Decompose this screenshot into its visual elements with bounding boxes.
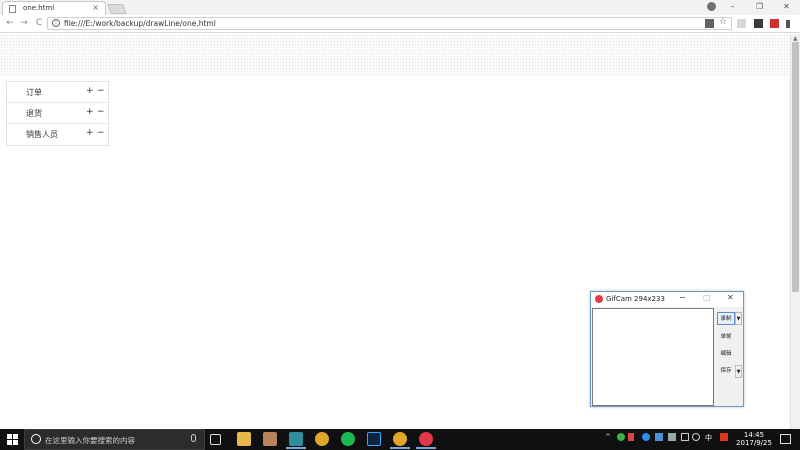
extension-dark-icon[interactable] (754, 19, 763, 28)
gifcam-taskbar-icon[interactable] (416, 432, 436, 449)
menu-item-label: 销售人员 (26, 130, 58, 139)
reload-button[interactable]: C (33, 17, 45, 29)
notification-center-icon[interactable] (780, 434, 791, 444)
tab-one-html[interactable]: one.html × (2, 1, 106, 15)
extension-icon[interactable] (737, 19, 746, 28)
scroll-up-arrow-icon[interactable]: ▲ (793, 35, 798, 42)
gifcam-save-dropdown-icon[interactable]: ▼ (735, 365, 742, 378)
expand-plus-icon[interactable]: + (86, 128, 94, 138)
page-favicon-icon (9, 5, 16, 13)
photoshop-icon[interactable] (367, 432, 381, 446)
store-app-icon[interactable] (263, 432, 277, 446)
file-explorer-icon[interactable] (237, 432, 251, 446)
ime-indicator[interactable]: 中 (705, 433, 713, 442)
window-maximize-button[interactable]: ❐ (746, 0, 773, 15)
monitor-tray-icon[interactable] (681, 433, 689, 441)
menu-item-label: 退货 (26, 109, 42, 118)
editor-app-icon[interactable] (286, 432, 306, 449)
gifcam-save-button[interactable]: 保存 (717, 365, 735, 378)
qq-tray-icon[interactable] (642, 433, 650, 441)
expand-plus-icon[interactable]: + (86, 86, 94, 96)
gifcam-logo-icon (595, 295, 603, 303)
tab-title: one.html (23, 4, 55, 12)
chrome-running-icon[interactable] (390, 432, 410, 449)
menu-item-returns[interactable]: 退货 + − (7, 103, 108, 124)
screen: one.html × – ❐ ✕ ← → C i file:///E:/work… (0, 0, 800, 450)
collapse-minus-icon[interactable]: − (97, 86, 105, 96)
window-minimize-button[interactable]: – (719, 0, 746, 15)
taskbar-search-box[interactable]: 在这里输入你要搜索的内容 (24, 429, 205, 450)
site-info-icon[interactable]: i (52, 19, 60, 27)
network-tray-icon[interactable] (655, 433, 663, 441)
gifcam-maximize-button[interactable]: □ (703, 293, 711, 302)
page-header-strip (0, 34, 790, 76)
windows-start-icon[interactable] (7, 434, 18, 445)
menu-item-label: 订单 (26, 88, 42, 97)
gifcam-title: GifCam 294x233 (606, 295, 665, 303)
scrollbar-thumb[interactable] (792, 42, 799, 292)
gifcam-edit-button[interactable]: 编辑 (717, 348, 735, 361)
extension-red-icon[interactable] (770, 19, 779, 28)
clock-time: 14:45 (743, 431, 765, 439)
gifcam-capture-frame[interactable] (592, 308, 714, 406)
forward-button[interactable]: → (18, 17, 30, 29)
browser-toolbar: ← → C i file:///E:/work/backup/drawLine/… (0, 15, 800, 33)
gifcam-frame-button[interactable]: 单帧 (717, 331, 735, 344)
new-tab-button[interactable] (107, 4, 127, 14)
microphone-icon[interactable] (191, 434, 196, 442)
gifcam-close-button[interactable]: ✕ (727, 293, 734, 302)
category-menu: 订单 + − 退货 + − 销售人员 + − (6, 81, 109, 146)
wechat-tray-icon[interactable] (617, 433, 625, 441)
gifcam-record-button[interactable]: 录制 (717, 312, 735, 325)
tray-overflow-icon[interactable]: ^ (605, 433, 613, 441)
profile-icon[interactable] (707, 2, 716, 11)
gifcam-record-dropdown-icon[interactable]: ▼ (735, 312, 742, 325)
bookmark-star-icon[interactable]: ☆ (719, 17, 727, 27)
menu-item-salespeople[interactable]: 销售人员 + − (7, 124, 108, 145)
chrome-menu-icon[interactable] (786, 20, 790, 28)
speaker-tray-icon[interactable] (692, 433, 700, 441)
back-button[interactable]: ← (4, 17, 16, 29)
address-url[interactable]: file:///E:/work/backup/drawLine/one.html (64, 19, 216, 28)
sogou-tray-icon[interactable] (720, 433, 728, 441)
menu-item-orders[interactable]: 订单 + − (7, 82, 108, 103)
task-view-icon[interactable] (210, 434, 221, 445)
collapse-minus-icon[interactable]: − (97, 107, 105, 117)
volume-muted-icon[interactable] (628, 433, 634, 441)
gifcam-titlebar[interactable]: GifCam 294x233 − □ ✕ (591, 292, 743, 307)
expand-plus-icon[interactable]: + (86, 107, 94, 117)
collapse-minus-icon[interactable]: − (97, 128, 105, 138)
tab-close-icon[interactable]: × (92, 3, 99, 12)
window-controls: – ❐ ✕ (719, 0, 800, 15)
windows-taskbar: 在这里输入你要搜索的内容 ^ 中 14:45 2017/9/25 (0, 429, 800, 450)
gifcam-window: GifCam 294x233 − □ ✕ 录制 ▼ 单帧 编辑 保存 ▼ (590, 291, 744, 407)
storage-tray-icon[interactable] (668, 433, 676, 441)
taskbar-clock[interactable]: 14:45 2017/9/25 (736, 431, 772, 447)
page-scrollbar[interactable]: ▲ (790, 34, 800, 429)
spotify-icon[interactable] (341, 432, 355, 446)
translate-icon[interactable] (705, 19, 714, 28)
address-bar[interactable]: i file:///E:/work/backup/drawLine/one.ht… (47, 17, 732, 30)
chrome-icon[interactable] (315, 432, 329, 446)
search-placeholder: 在这里输入你要搜索的内容 (45, 436, 135, 445)
clock-date: 2017/9/25 (736, 439, 772, 447)
gifcam-minimize-button[interactable]: − (679, 293, 686, 302)
cortana-icon (31, 434, 41, 444)
browser-tab-bar: one.html × – ❐ ✕ (0, 0, 800, 15)
window-close-button[interactable]: ✕ (773, 0, 800, 15)
